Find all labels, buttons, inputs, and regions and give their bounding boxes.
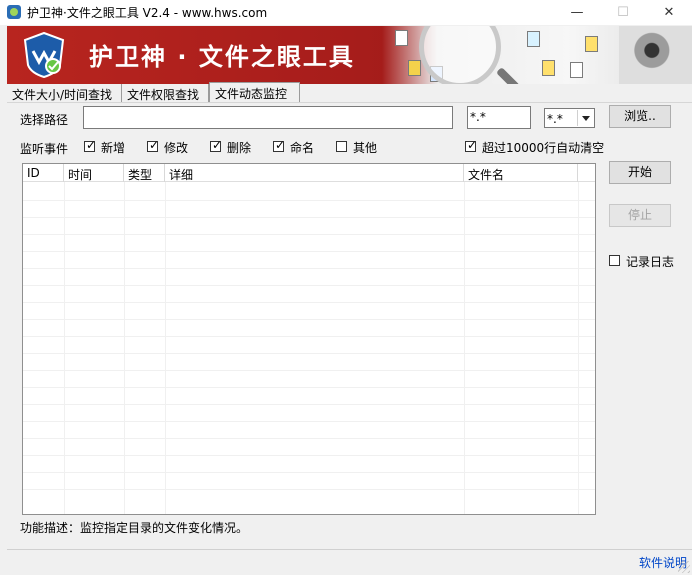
file-filter-select[interactable]: *.* <box>544 108 595 128</box>
file-monitor-table[interactable]: ID 时间 类型 详细 文件名 <box>22 163 596 515</box>
table-grid-line <box>23 200 595 201</box>
chevron-down-icon[interactable] <box>577 110 593 126</box>
shield-logo-icon <box>23 31 65 79</box>
table-grid-line <box>464 182 465 514</box>
stop-button[interactable]: 停止 <box>609 204 671 227</box>
document-icon <box>395 30 408 46</box>
eye-icon <box>619 26 692 84</box>
file-filter-value: *.* <box>547 112 563 126</box>
table-grid-line <box>23 472 595 473</box>
start-button[interactable]: 开始 <box>609 161 671 184</box>
function-description: 功能描述：监控指定目录的文件变化情况。 <box>20 521 249 535</box>
rename-event-checkbox[interactable] <box>273 138 285 152</box>
rename-event-label: 命名 <box>290 141 315 155</box>
column-time[interactable]: 时间 <box>64 164 124 182</box>
text-file-icon <box>570 62 583 78</box>
modify-event-label: 修改 <box>164 141 189 155</box>
delete-event-checkbox[interactable] <box>210 138 222 152</box>
browse-button[interactable]: 浏览.. <box>609 105 671 128</box>
new-event-label: 新增 <box>101 141 126 155</box>
picture-file-icon <box>542 60 555 76</box>
table-grid-line <box>23 387 595 388</box>
path-input[interactable] <box>83 106 453 129</box>
window-title: 护卫神·文件之眼工具 V2.4 - www.hws.com <box>27 6 268 20</box>
banner-title: 护卫神 · 文件之眼工具 <box>89 43 355 71</box>
table-grid-line <box>23 455 595 456</box>
table-grid-line <box>23 251 595 252</box>
log-checkbox[interactable] <box>609 255 620 266</box>
table-grid-line <box>23 234 595 235</box>
other-event-label: 其他 <box>353 141 378 155</box>
mixed-media-icon <box>408 60 421 76</box>
log-label: 记录日志 <box>626 255 675 269</box>
minimize-button[interactable]: — <box>554 0 600 25</box>
table-grid-line <box>23 285 595 286</box>
path-label: 选择路径 <box>20 113 69 127</box>
resize-grip-icon[interactable] <box>678 561 690 573</box>
title-bar: 护卫神·文件之眼工具 V2.4 - www.hws.com — ☐ ✕ <box>0 0 692 25</box>
column-type[interactable]: 类型 <box>124 164 165 182</box>
other-event-checkbox[interactable] <box>336 141 347 152</box>
magnifier-icon <box>419 26 501 84</box>
table-grid-line <box>23 319 595 320</box>
folder-file-icon <box>585 36 598 52</box>
table-grid-line <box>578 182 579 514</box>
status-divider <box>7 549 692 550</box>
app-shield-icon <box>7 5 21 19</box>
tab-size-time-search[interactable]: 文件大小/时间查找 <box>7 84 122 103</box>
column-id[interactable]: ID <box>23 164 64 182</box>
table-grid-line <box>23 302 595 303</box>
table-header: ID 时间 类型 详细 文件名 <box>23 164 595 182</box>
table-grid-line <box>23 336 595 337</box>
table-grid-line <box>23 438 595 439</box>
tab-divider <box>7 102 692 103</box>
table-grid-line <box>64 182 65 514</box>
table-grid-line <box>124 182 125 514</box>
main-tabs: 文件大小/时间查找 文件权限查找 文件动态监控 <box>7 82 692 103</box>
table-grid-line <box>23 404 595 405</box>
table-grid-line <box>23 421 595 422</box>
table-grid-line <box>23 217 595 218</box>
delete-event-label: 删除 <box>227 141 252 155</box>
table-grid-line <box>23 370 595 371</box>
table-grid-line <box>23 268 595 269</box>
column-file-name[interactable]: 文件名 <box>464 164 578 182</box>
app-banner: 护卫神 · 文件之眼工具 <box>7 26 692 84</box>
modify-event-checkbox[interactable] <box>147 138 159 152</box>
table-grid-line <box>23 353 595 354</box>
maximize-button[interactable]: ☐ <box>600 0 646 25</box>
close-button[interactable]: ✕ <box>646 0 692 25</box>
column-details[interactable]: 详细 <box>165 164 464 182</box>
tab-dynamic-monitoring[interactable]: 文件动态监控 <box>209 82 300 102</box>
table-grid-line <box>23 489 595 490</box>
tab-permission-search[interactable]: 文件权限查找 <box>122 84 209 103</box>
events-label: 监听事件 <box>20 142 69 156</box>
auto-clear-checkbox[interactable] <box>465 138 477 152</box>
new-event-checkbox[interactable] <box>84 138 96 152</box>
table-grid-line <box>165 182 166 514</box>
archive-icon <box>527 31 540 47</box>
file-pattern-input[interactable]: *.* <box>467 106 531 129</box>
auto-clear-label: 超过10000行自动清空 <box>482 141 605 155</box>
